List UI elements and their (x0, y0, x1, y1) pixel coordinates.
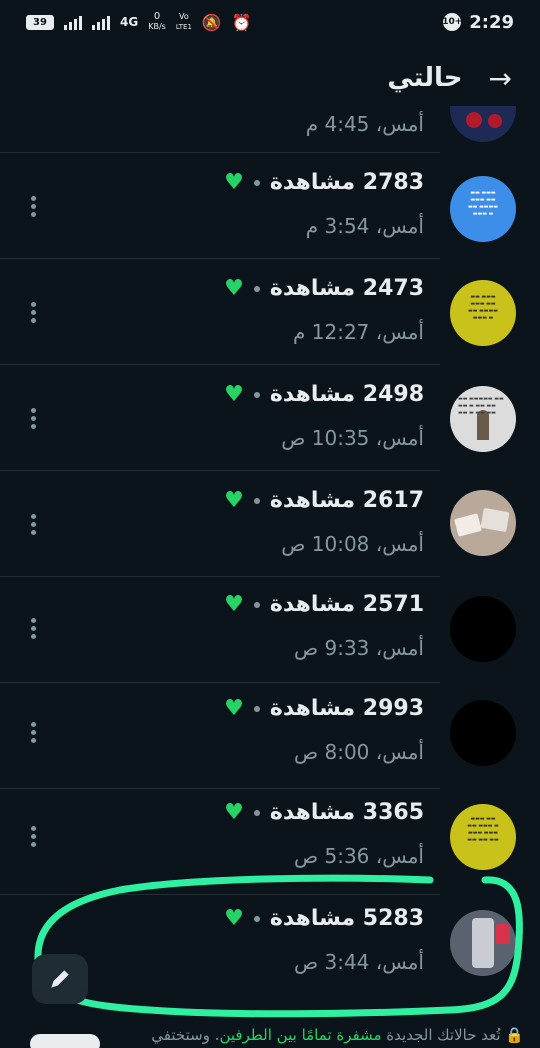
status-thumbnail[interactable] (450, 596, 516, 662)
views-line: 3365 مشاهدة ♥ (224, 800, 424, 825)
heart-icon: ♥ (224, 276, 244, 301)
divider (0, 576, 440, 577)
speed-unit: KB/s (148, 22, 166, 31)
view-count: 2473 مشاهدة (269, 276, 424, 301)
status-row[interactable]: ▬▬ ▬▬▬▬▬ ▬▬ ▬▬ ▬ ▬▬ ▬▬ ▬▬ ▬ ▬▬ ▬▬ 2498 مشا… (0, 368, 540, 474)
pencil-icon (51, 970, 69, 988)
status-bar-right: 10+ 2:29 (442, 11, 514, 33)
notice-text-start: تُعد حالاتك الجديدة (381, 1026, 501, 1044)
signal-icon-2 (92, 14, 110, 30)
views-line: 2473 مشاهدة ♥ (224, 276, 424, 301)
status-row[interactable]: ▬▬ ▬▬▬ ▬▬▬ ▬▬ ▬▬ ▬▬▬▬ ▬▬▬ ▬ 2783 مشاهدة ♥ أ… (0, 156, 540, 262)
status-thumbnail[interactable]: ▬▬ ▬▬▬▬▬ ▬▬ ▬▬ ▬ ▬▬ ▬▬ ▬▬ ▬ ▬▬ ▬▬ (450, 386, 516, 452)
view-count: 2993 مشاهدة (269, 696, 424, 721)
heart-icon: ♥ (224, 592, 244, 617)
more-options-icon[interactable] (26, 722, 40, 743)
status-thumbnail[interactable] (450, 106, 516, 142)
volte-indicator: Vo LTE1 (176, 12, 192, 32)
lte-label: LTE1 (175, 23, 192, 31)
view-count: 2783 مشاهدة (269, 170, 424, 195)
status-row[interactable]: ▬▬ ▬▬▬ ▬▬▬ ▬▬ ▬▬ ▬▬▬▬ ▬▬▬ ▬ 2473 مشاهدة ♥ أ… (0, 262, 540, 368)
more-options-icon[interactable] (26, 826, 40, 847)
separator-dot (253, 809, 260, 816)
status-time: أمس، 9:33 ص (293, 636, 424, 660)
view-count: 3365 مشاهدة (269, 800, 424, 825)
mute-icon: 🔕 (201, 12, 222, 32)
heart-icon: ♥ (224, 382, 244, 407)
status-thumbnail[interactable]: ▬▬▬ ▬▬ ▬▬ ▬▬▬ ▬ ▬▬▬ ▬▬▬ ▬▬ ▬▬ ▬▬ (450, 804, 516, 870)
bottom-button-partial[interactable] (30, 1034, 100, 1048)
views-line: 2993 مشاهدة ♥ (224, 696, 424, 721)
status-time: أمس، 3:54 م (305, 214, 424, 238)
lock-icon: 🔒 (505, 1026, 524, 1044)
divider (0, 788, 440, 789)
status-row[interactable]: 2617 مشاهدة ♥ أمس، 10:08 ص (0, 474, 540, 580)
clock: 2:29 (469, 11, 514, 33)
view-count: 2571 مشاهدة (269, 592, 424, 617)
more-options-icon[interactable] (26, 618, 40, 639)
signal-icon (64, 14, 82, 30)
encryption-link[interactable]: مشفرة تمامًا بين الطرفين (219, 1026, 381, 1044)
view-count: 2498 مشاهدة (269, 382, 424, 407)
battery-icon: 39 (26, 14, 54, 30)
divider (0, 258, 440, 259)
views-line: 2783 مشاهدة ♥ (224, 170, 424, 195)
separator-dot (253, 285, 260, 292)
speed-value: 0 (153, 11, 161, 22)
view-count: 2617 مشاهدة (269, 488, 424, 513)
separator-dot (253, 179, 260, 186)
status-time: أمس، 8:00 ص (293, 740, 424, 764)
status-time: أمس، 4:45 م (305, 112, 424, 136)
separator-dot (253, 705, 260, 712)
heart-icon: ♥ (224, 170, 244, 195)
volte-label: Vo (178, 12, 189, 21)
more-options-icon[interactable] (26, 408, 40, 429)
heart-icon: ♥ (224, 800, 244, 825)
notification-badge: 10+ (442, 13, 462, 31)
status-time: أمس، 12:27 م (293, 320, 424, 344)
separator-dot (253, 391, 260, 398)
separator-dot (253, 601, 260, 608)
divider (0, 470, 440, 471)
notice-text-end: . وستختفي (151, 1026, 220, 1044)
highlight-annotation (34, 874, 523, 1018)
status-thumbnail[interactable] (450, 700, 516, 766)
status-time: أمس، 10:08 ص (281, 532, 424, 556)
heart-icon: ♥ (224, 488, 244, 513)
status-thumbnail[interactable]: ▬▬ ▬▬▬ ▬▬▬ ▬▬ ▬▬ ▬▬▬▬ ▬▬▬ ▬ (450, 280, 516, 346)
status-thumbnail[interactable]: ▬▬ ▬▬▬ ▬▬▬ ▬▬ ▬▬ ▬▬▬▬ ▬▬▬ ▬ (450, 176, 516, 242)
status-time: أمس، 5:36 ص (293, 844, 424, 868)
status-bar-left: 39 4G 0 KB/s Vo LTE1 🔕 ⏰ (26, 12, 252, 32)
network-type: 4G (120, 15, 139, 29)
views-line: 2617 مشاهدة ♥ (224, 488, 424, 513)
more-options-icon[interactable] (26, 514, 40, 535)
separator-dot (253, 497, 260, 504)
heart-icon: ♥ (224, 696, 244, 721)
encryption-notice: 🔒 تُعد حالاتك الجديدة مشفرة تمامًا بين ا… (151, 1026, 524, 1044)
more-options-icon[interactable] (26, 302, 40, 323)
views-line: 2498 مشاهدة ♥ (224, 382, 424, 407)
status-row[interactable]: 2571 مشاهدة ♥ أمس، 9:33 ص (0, 580, 540, 686)
divider (0, 682, 440, 683)
edit-status-button[interactable] (32, 954, 88, 1004)
more-options-icon[interactable] (26, 196, 40, 217)
network-speed: 0 KB/s (148, 12, 166, 32)
views-line: 2571 مشاهدة ♥ (224, 592, 424, 617)
divider (0, 152, 440, 153)
status-time: أمس، 10:35 ص (281, 426, 424, 450)
status-bar: 39 4G 0 KB/s Vo LTE1 🔕 ⏰ 10+ 2:29 (0, 0, 540, 44)
status-row[interactable]: 2993 مشاهدة ♥ أمس، 8:00 ص (0, 686, 540, 792)
divider (0, 364, 440, 365)
alarm-icon: ⏰ (231, 12, 252, 32)
status-thumbnail[interactable] (450, 490, 516, 556)
